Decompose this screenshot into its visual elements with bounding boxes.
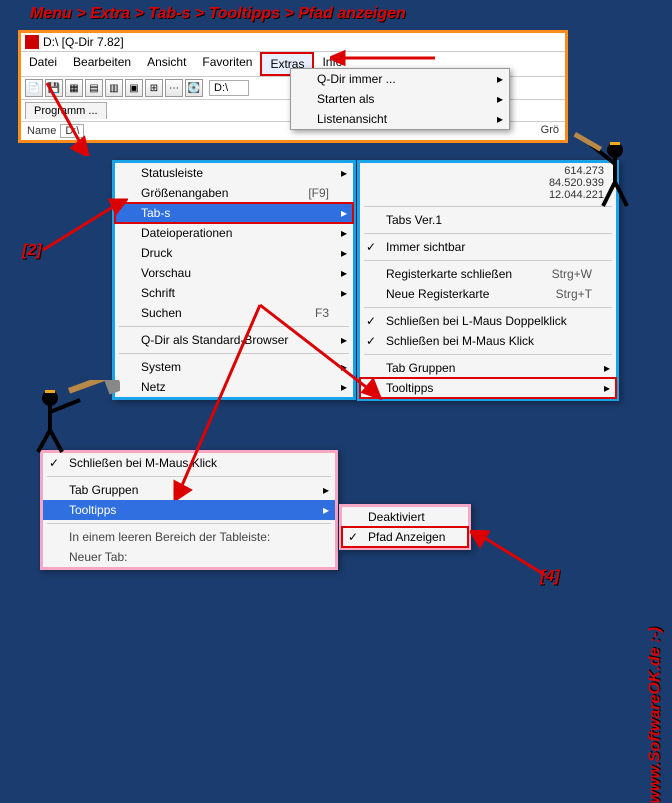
mi-qdir-immer[interactable]: Q-Dir immer ...▸ [291,69,509,89]
tool-grid-icon[interactable]: ⊞ [145,79,163,97]
mi-listenansicht[interactable]: Listenansicht▸ [291,109,509,129]
menu-separator [364,354,612,355]
tool-layout3-icon[interactable]: ▥ [105,79,123,97]
app-icon [25,35,39,49]
mi-pfad-anzeigen[interactable]: ✓Pfad Anzeigen [342,527,468,547]
pfad-submenu: Deaktiviert ✓Pfad Anzeigen [339,504,471,550]
mi-druck[interactable]: Druck▸ [115,243,353,263]
submenu-arrow-icon: ▸ [341,266,347,280]
mi-dateioperationen[interactable]: Dateioperationen▸ [115,223,353,243]
mi-deaktiviert[interactable]: Deaktiviert [342,507,468,527]
worker-figure-right [570,130,660,220]
mi-starten-als[interactable]: Starten als▸ [291,89,509,109]
mi-schliessen-lmaus[interactable]: ✓Schließen bei L-Maus Doppelklick [360,311,616,331]
arrow-1 [330,48,440,68]
submenu-arrow-icon: ▸ [604,361,610,375]
menu-bearbeiten[interactable]: Bearbeiten [65,52,139,76]
submenu-arrow-icon: ▸ [323,503,329,517]
mi-tab-gruppen[interactable]: Tab Gruppen▸ [360,358,616,378]
extras-dropdown-top: Q-Dir immer ...▸ Starten als▸ Listenansi… [290,68,510,130]
check-icon: ✓ [348,530,358,544]
submenu-arrow-icon: ▸ [604,381,610,395]
menu-separator [364,260,612,261]
submenu-arrow-icon: ▸ [341,206,347,220]
window-title: D:\ [Q-Dir 7.82] [43,35,124,49]
check-icon: ✓ [366,240,376,254]
tool-new-icon[interactable]: 📄 [25,79,43,97]
menu-separator [364,233,612,234]
menu-separator [47,523,331,524]
arrow-2 [38,195,128,255]
submenu-arrow-icon: ▸ [497,72,503,86]
arrow-4 [470,530,550,580]
menu-ansicht[interactable]: Ansicht [139,52,194,76]
titlebar: D:\ [Q-Dir 7.82] [21,33,565,52]
column-size[interactable]: Grö [541,124,559,138]
submenu-arrow-icon: ▸ [341,246,347,260]
tool-layout4-icon[interactable]: ▣ [125,79,143,97]
submenu-arrow-icon: ▸ [323,483,329,497]
mi-groessenangaben[interactable]: Größenangaben[F9] [115,183,353,203]
address-box[interactable]: D:\ [209,80,249,96]
mi-tab-s[interactable]: Tab-s▸ [115,203,353,223]
mi-vorschau[interactable]: Vorschau▸ [115,263,353,283]
worker-figure-left [10,380,120,460]
mi-tooltipps-sel[interactable]: Tooltipps▸ [43,500,335,520]
site-watermark: www.SoftwareOK.de :-) [646,627,664,803]
submenu-arrow-icon: ▸ [341,226,347,240]
submenu-arrow-icon: ▸ [497,92,503,106]
mi-neue-registerkarte[interactable]: Neue RegisterkarteStrg+T [360,284,616,304]
mi-statusleiste[interactable]: Statusleiste▸ [115,163,353,183]
tool-disk-icon[interactable]: 💽 [185,79,203,97]
mi-registerkarte-schliessen[interactable]: Registerkarte schließenStrg+W [360,264,616,284]
submenu-arrow-icon: ▸ [341,166,347,180]
menu-separator [364,307,612,308]
arrow-5 [42,78,92,156]
menu-datei[interactable]: Datei [21,52,65,76]
section-label-1: In einem leeren Bereich der Tableiste: [43,527,335,547]
submenu-arrow-icon: ▸ [497,112,503,126]
mi-immer-sichtbar[interactable]: ✓Immer sichtbar [360,237,616,257]
submenu-arrow-icon: ▸ [341,286,347,300]
mi-tooltipps[interactable]: Tooltipps▸ [360,378,616,398]
mi-schliessen-mmaus[interactable]: ✓Schließen bei M-Maus Klick [360,331,616,351]
instruction-breadcrumb: Menu > Extra > Tab-s > Tooltipps > Pfad … [30,5,406,23]
arrow-3b [170,300,280,500]
tool-more-icon[interactable]: ⋯ [165,79,183,97]
section-label-2: Neuer Tab: [43,547,335,567]
menu-favoriten[interactable]: Favoriten [194,52,260,76]
